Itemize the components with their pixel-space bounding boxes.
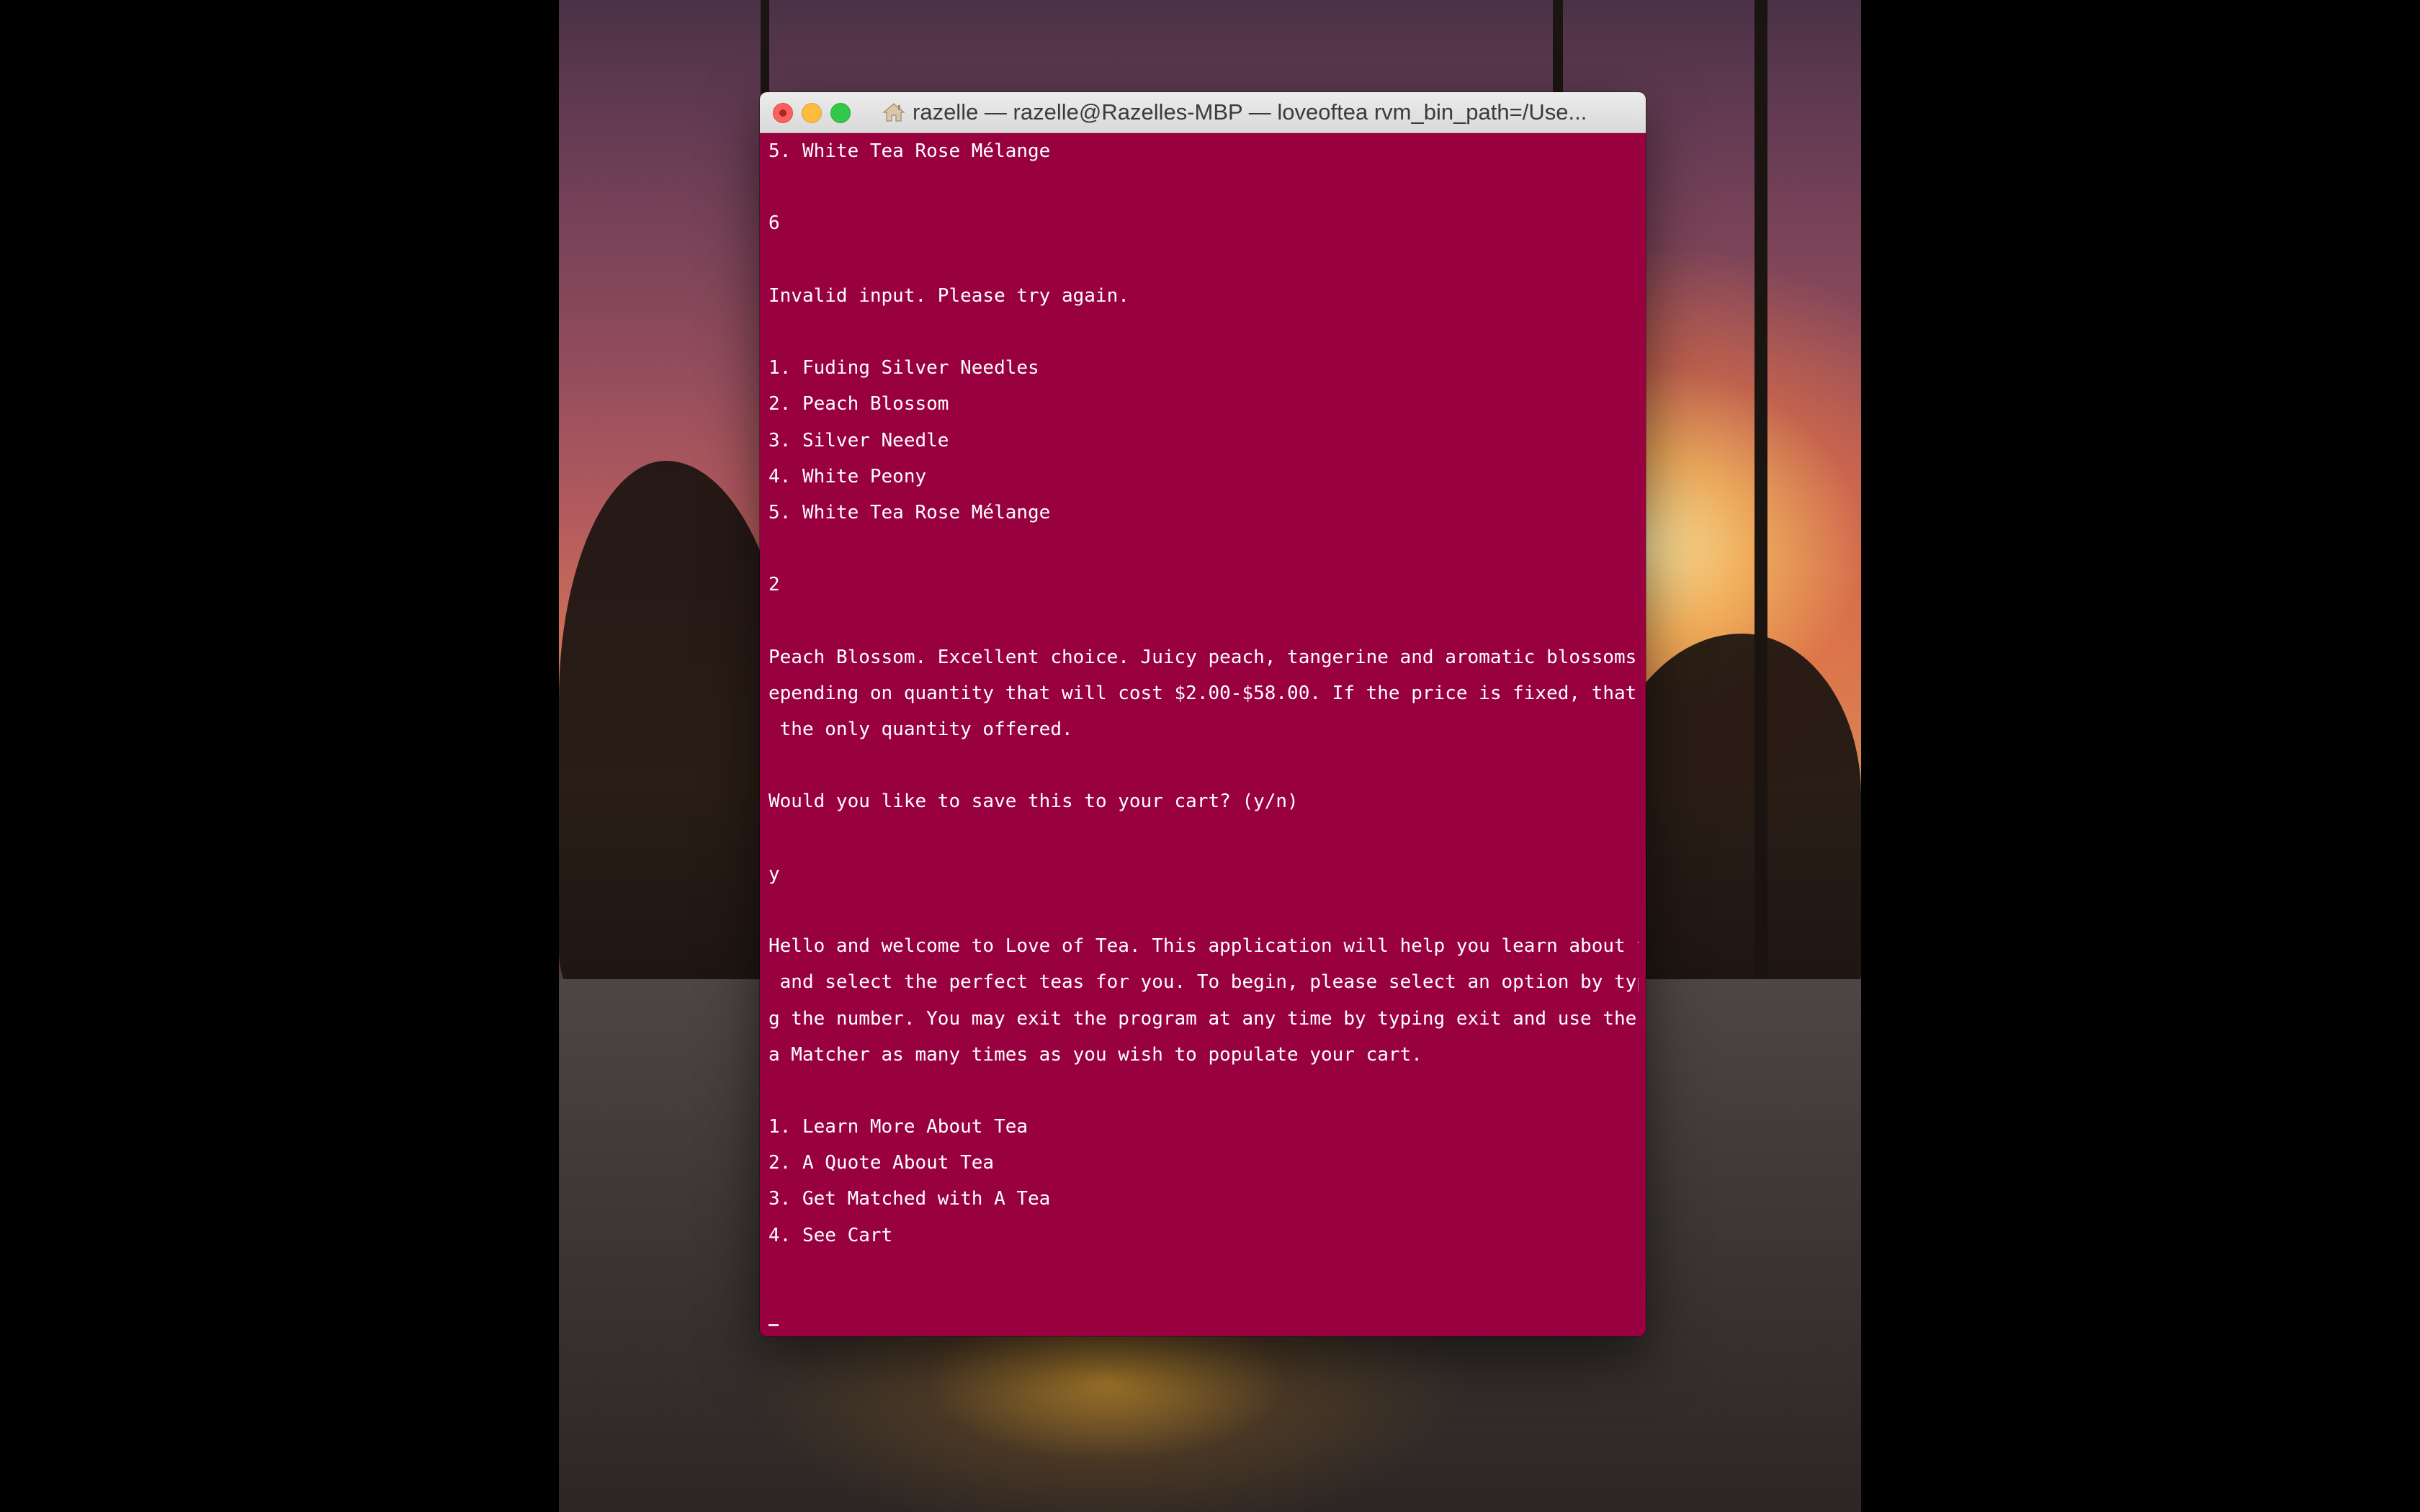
terminal-line: Would you like to save this to your cart… [768, 791, 1299, 813]
terminal-line: 2. Peach Blossom [768, 393, 949, 415]
minimize-window-icon[interactable] [802, 103, 822, 123]
terminal-line: 6 [768, 212, 780, 235]
terminal-line: Hello and welcome to Love of Tea. This a… [768, 935, 1639, 958]
terminal-cursor [768, 1324, 779, 1326]
terminal-line: 2 [768, 574, 780, 596]
terminal-line: 1. Fuding Silver Needles [768, 357, 1039, 379]
terminal-line: the only quantity offered. [768, 719, 1073, 740]
terminal-line: Invalid input. Please try again. [768, 284, 1129, 307]
maximize-window-icon[interactable] [830, 103, 851, 123]
terminal-line: 5. White Tea Rose Mélange [768, 501, 1051, 523]
terminal-output[interactable]: 5. White Tea Rose Mélange 6 Invalid inpu… [760, 133, 1646, 1336]
terminal-line: Peach Blossom. Excellent choice. Juicy p… [768, 646, 1639, 668]
terminal-line: 3. Silver Needle [768, 429, 949, 451]
terminal-line: 3. Get Matched with A Tea [768, 1188, 1051, 1210]
window-title: razelle — razelle@Razelles-MBP — loveoft… [913, 99, 1587, 125]
terminal-line: a Matcher as many times as you wish to p… [768, 1043, 1422, 1066]
terminal-line: epending on quantity that will cost $2.0… [768, 682, 1639, 704]
terminal-line: 1. Learn More About Tea [768, 1116, 1028, 1138]
terminal-line: 5. White Tea Rose Mélange [768, 140, 1051, 162]
window-titlebar[interactable]: razelle — razelle@Razelles-MBP — loveoft… [760, 92, 1646, 133]
terminal-line: 4. See Cart [768, 1224, 893, 1246]
terminal-line: g the number. You may exit the program a… [768, 1007, 1639, 1030]
terminal-window[interactable]: razelle — razelle@Razelles-MBP — loveoft… [760, 92, 1646, 1336]
terminal-line: y [768, 863, 780, 885]
terminal-line: 4. White Peony [768, 465, 927, 487]
terminal-line: 2. A Quote About Tea [768, 1152, 995, 1174]
terminal-line: and select the perfect teas for you. To … [768, 971, 1639, 994]
window-title-area: razelle — razelle@Razelles-MBP — loveoft… [882, 92, 1631, 132]
close-window-icon[interactable] [773, 103, 793, 123]
home-icon [882, 103, 905, 122]
desktop: razelle — razelle@Razelles-MBP — loveoft… [0, 0, 2420, 1512]
